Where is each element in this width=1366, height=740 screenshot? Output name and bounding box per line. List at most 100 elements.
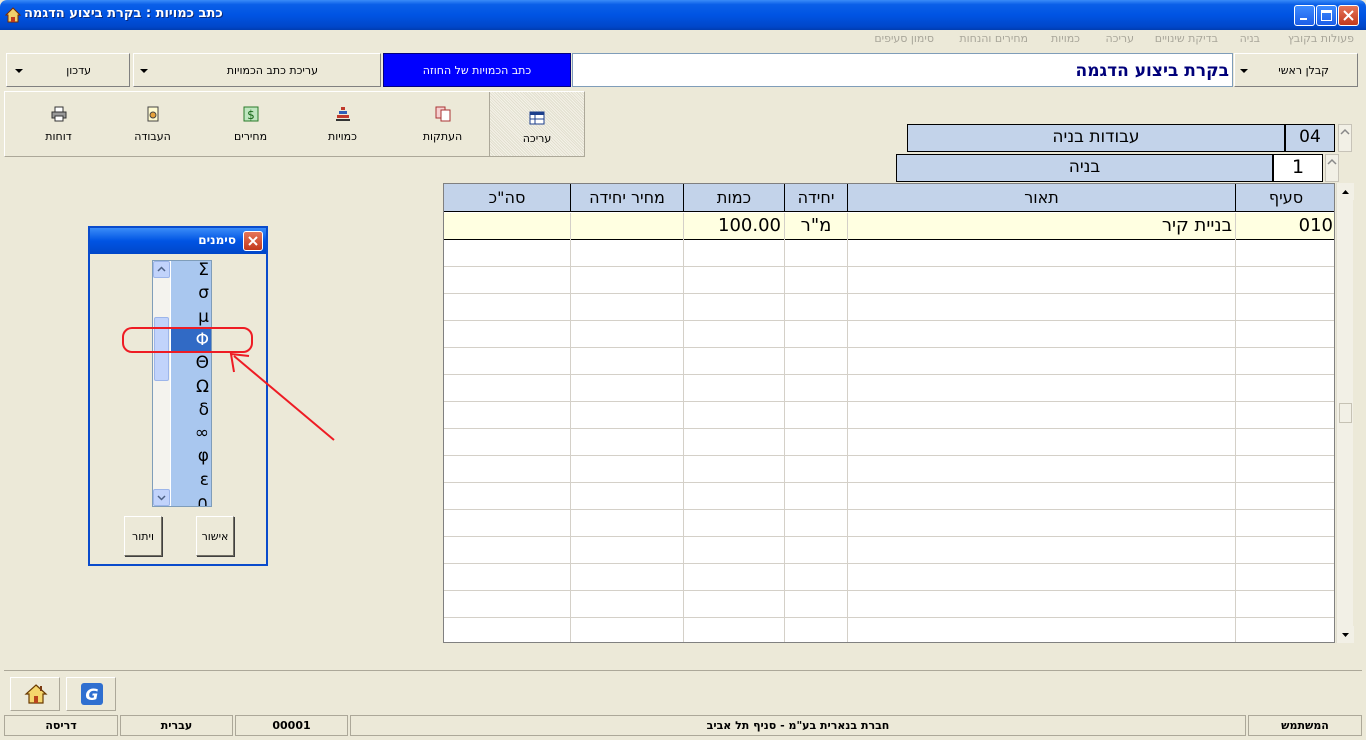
symbol-item[interactable]: Σ (171, 261, 211, 282)
minimize-button[interactable] (1294, 5, 1315, 26)
symbol-item[interactable]: δ (171, 399, 211, 422)
menu-quantities[interactable]: כמויות (1051, 32, 1080, 45)
edit-bq-label: עריכת כתב הכמויות (226, 64, 318, 77)
chapter-spinner[interactable] (1338, 124, 1352, 152)
chevron-up-icon (1340, 128, 1350, 135)
close-button[interactable] (1338, 5, 1359, 26)
symbols-scroll-up[interactable] (153, 261, 170, 278)
table-row[interactable] (444, 483, 1334, 510)
menu-prices[interactable]: מחירים והנחות (959, 32, 1028, 45)
col-total[interactable]: סה"כ (444, 184, 570, 212)
cell-unit-price[interactable] (570, 213, 683, 240)
subchapter-code-box[interactable]: 1 (1273, 154, 1323, 182)
symbol-item[interactable]: Ω (171, 376, 211, 399)
menu-build[interactable]: בניה (1240, 32, 1260, 45)
table-row[interactable] (444, 429, 1334, 456)
grid-cell-divider (784, 618, 791, 642)
table-row[interactable] (444, 456, 1334, 483)
dollar-icon: $ (243, 106, 258, 122)
symbol-item[interactable]: ∞ (171, 422, 211, 445)
scroll-thumb[interactable] (1339, 403, 1352, 423)
cancel-button[interactable]: ויתור (124, 516, 162, 556)
table-row[interactable] (444, 375, 1334, 402)
table-row[interactable] (444, 240, 1334, 267)
home-button[interactable] (10, 677, 60, 711)
col-description[interactable]: תאור (847, 184, 1235, 212)
printer-icon (51, 106, 66, 122)
col-unit[interactable]: יחידה (784, 184, 847, 212)
symbols-scrollbar[interactable] (153, 261, 170, 506)
processing-button[interactable]: העבודה (105, 92, 200, 156)
scroll-up-button[interactable] (1337, 183, 1354, 200)
grid-scrollbar[interactable] (1336, 183, 1354, 643)
grid-cell-divider (847, 348, 854, 375)
table-row[interactable] (444, 321, 1334, 348)
reports-button[interactable]: דוחות (11, 92, 106, 156)
edit-button[interactable]: עריכה (489, 92, 584, 156)
table-row[interactable] (444, 294, 1334, 321)
grid-cell-divider (847, 402, 854, 429)
copies-button[interactable]: העתקות (395, 92, 490, 156)
grid-cell-divider (847, 429, 854, 456)
col-quantity[interactable]: כמות (683, 184, 784, 212)
contract-bq-button[interactable]: כתב הכמויות של החוזה (383, 53, 571, 87)
prices-button[interactable]: $ מחירים (203, 92, 298, 156)
chevron-up-icon (1327, 158, 1337, 165)
cell-item[interactable]: 010 (1235, 213, 1334, 240)
table-row[interactable] (444, 402, 1334, 429)
chapter-name-box: עבודות בניה (907, 124, 1285, 152)
grid-cell-divider (784, 456, 791, 483)
col-item[interactable]: סעיף (1235, 184, 1334, 212)
chevron-down-icon (15, 69, 23, 73)
grid-cell-divider (847, 483, 854, 510)
cell-description[interactable]: בניית קיר (847, 213, 1235, 240)
grid-cell-divider (683, 267, 690, 294)
menu-edit[interactable]: עריכה (1105, 32, 1134, 45)
grid-header: סה"כ מחיר יחידה כמות יחידה תאור סעיף (444, 184, 1334, 212)
symbol-item[interactable]: μ (171, 306, 211, 329)
cell-quantity[interactable]: 100.00 (683, 213, 784, 240)
grid-cell-divider (683, 240, 690, 267)
table-row[interactable] (444, 510, 1334, 537)
status-company: חברת בנארית בע"מ - סניף תל אביב (350, 715, 1246, 736)
table-row[interactable] (444, 267, 1334, 294)
grid-cell-divider (683, 348, 690, 375)
symbols-scroll-down[interactable] (153, 489, 170, 506)
dialog-close-button[interactable] (243, 231, 263, 251)
cell-total[interactable] (444, 213, 570, 240)
quantities-button[interactable]: כמויות (295, 92, 390, 156)
grid-cell-divider (570, 240, 577, 267)
table-row[interactable] (444, 564, 1334, 591)
table-row[interactable] (444, 591, 1334, 618)
app-logo-button[interactable]: G (66, 677, 116, 711)
copy-icon (435, 106, 450, 122)
table-row[interactable]: 100.00 מ"ר בניית קיר 010 (444, 213, 1334, 240)
scroll-down-button[interactable] (1337, 626, 1354, 643)
subchapter-spinner[interactable] (1325, 154, 1339, 182)
menu-file-actions[interactable]: פעולות בקובץ (1288, 32, 1354, 45)
table-row[interactable] (444, 618, 1334, 642)
symbol-item[interactable]: ε (171, 469, 211, 492)
symbols-list[interactable]: Σσ μ Φ Θ Ωδ ∞ φ ε ∩ (152, 260, 212, 507)
symbol-item[interactable]: ∩ (171, 492, 211, 506)
maximize-button[interactable] (1316, 5, 1337, 26)
grid-cell-divider (847, 375, 854, 402)
ok-button[interactable]: אישור (196, 516, 234, 556)
status-mode: דריסה (4, 715, 118, 736)
grid-cell-divider (784, 510, 791, 537)
menu-check-changes[interactable]: בדיקת שינויים (1155, 32, 1218, 45)
grid-cell-divider (683, 510, 690, 537)
table-row[interactable] (444, 537, 1334, 564)
col-unit-price[interactable]: מחיר יחידה (570, 184, 683, 212)
table-row[interactable] (444, 348, 1334, 375)
menu-mark-items[interactable]: סימון סעיפים (874, 32, 934, 45)
grid-cell-divider (847, 564, 854, 591)
symbol-item[interactable]: σ (171, 282, 211, 305)
main-contractor-dropdown[interactable]: קבלן ראשי (1234, 53, 1358, 87)
edit-bq-dropdown[interactable]: עריכת כתב הכמויות (133, 53, 381, 87)
symbol-item[interactable]: Θ (171, 352, 211, 375)
update-dropdown[interactable]: עדכון (6, 53, 130, 87)
cell-unit[interactable]: מ"ר (784, 213, 847, 240)
symbols-dialog: סימנים Σσ μ Φ Θ Ωδ ∞ φ ε ∩ ויתור אישור (88, 226, 268, 566)
symbol-item[interactable]: φ (171, 445, 211, 468)
